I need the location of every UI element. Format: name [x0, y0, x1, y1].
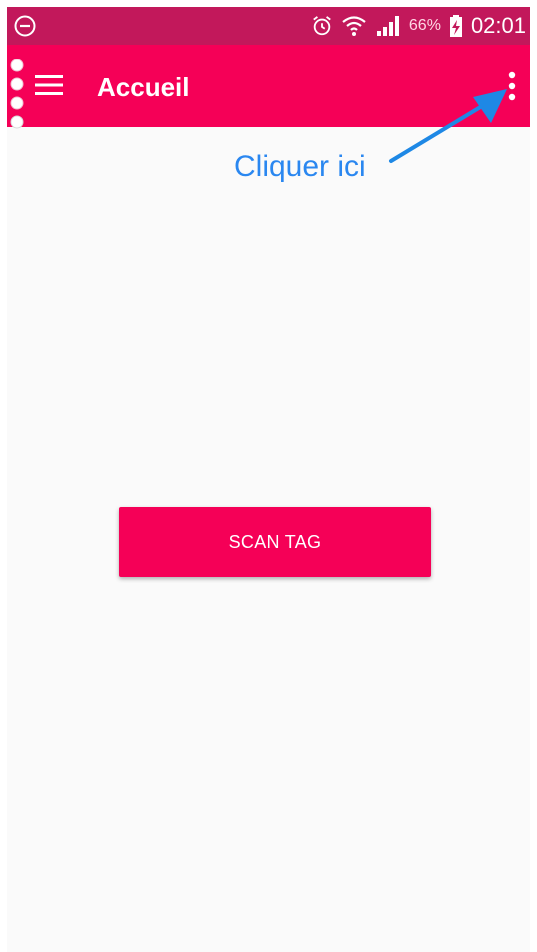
arrow-icon [389, 89, 507, 163]
edge-handle-dots [10, 59, 24, 129]
status-time: 02:01 [470, 13, 526, 38]
battery-percent: 66% [408, 17, 441, 34]
hamburger-menu-icon[interactable] [35, 74, 63, 96]
battery-charging-icon [449, 15, 462, 37]
scan-tag-button[interactable]: SCAN TAG [119, 507, 431, 577]
app-screen: 66% 02:01 Accueil Cliquer ici SCAN TAG [7, 7, 530, 952]
wifi-icon [342, 16, 366, 36]
do-not-disturb-icon [14, 15, 36, 37]
annotation-label: Cliquer ici [234, 150, 366, 183]
page-title: Accueil [97, 72, 190, 102]
status-bar: 66% 02:01 [7, 7, 530, 45]
signal-icon [376, 16, 399, 36]
alarm-icon [313, 16, 331, 36]
